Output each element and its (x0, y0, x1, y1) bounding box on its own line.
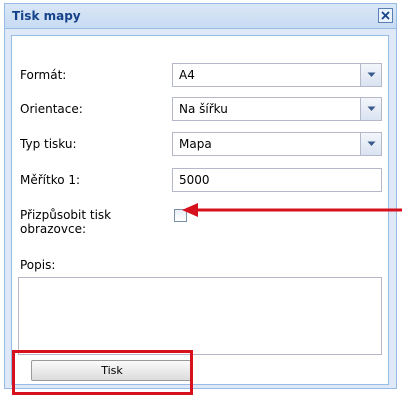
print-type-value: Mapa (179, 137, 212, 151)
fit-screen-label-line1: Přizpůsobit tisk (20, 208, 112, 222)
format-select[interactable]: A4 (172, 63, 382, 87)
orientation-dropdown-trigger[interactable] (360, 98, 381, 120)
orientation-label: Orientace: (20, 102, 83, 116)
highlight-box (12, 350, 193, 395)
description-label: Popis: (20, 258, 56, 272)
highlight-arrow (182, 203, 402, 217)
fit-screen-label-line2: obrazovce: (20, 222, 87, 236)
format-value: A4 (179, 68, 195, 82)
format-dropdown-trigger[interactable] (360, 64, 381, 86)
print-type-dropdown-trigger[interactable] (360, 133, 381, 155)
orientation-value: Na šířku (179, 102, 228, 116)
print-type-select[interactable]: Mapa (172, 132, 382, 156)
scale-value: 5000 (179, 173, 210, 187)
dialog-title: Tisk mapy (12, 9, 81, 23)
scale-input[interactable]: 5000 (172, 168, 382, 192)
close-icon (381, 11, 390, 20)
orientation-select[interactable]: Na šířku (172, 97, 382, 121)
chevron-down-icon (367, 72, 375, 77)
format-label: Formát: (20, 68, 67, 82)
print-map-dialog: Tisk mapy Formát: A4 Orientace: Na šířku… (4, 3, 397, 389)
description-textarea[interactable] (18, 277, 382, 355)
close-button[interactable] (378, 8, 393, 23)
print-type-label: Typ tisku: (20, 137, 77, 151)
scale-label: Měřítko 1: (20, 173, 81, 187)
dialog-titlebar[interactable]: Tisk mapy (5, 4, 396, 29)
chevron-down-icon (367, 106, 375, 111)
chevron-down-icon (367, 141, 375, 146)
